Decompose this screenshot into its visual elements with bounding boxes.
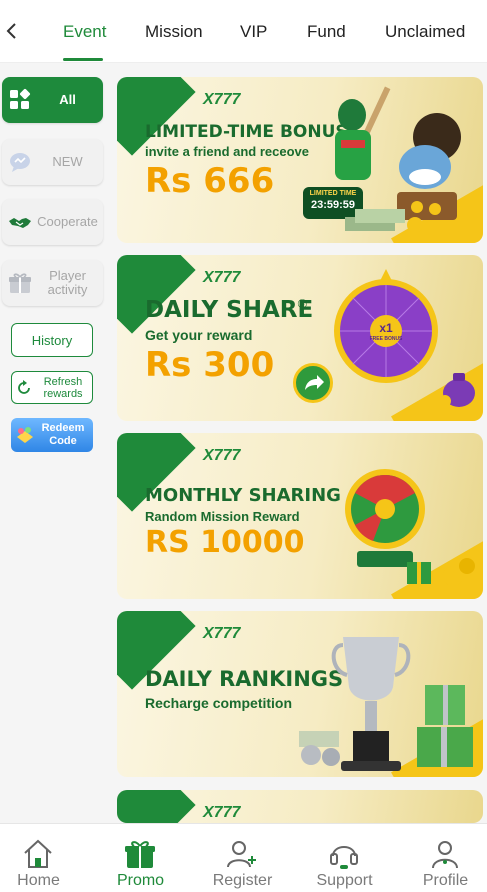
category-label: Cooperate	[37, 214, 98, 229]
tab-fund[interactable]: Fund	[307, 22, 346, 42]
promo-banner-monthly-sharing[interactable]: X777 MONTHLY SHARING Random Mission Rewa…	[117, 433, 483, 599]
banner-amount: Rs 666	[145, 161, 275, 201]
refresh-icon	[16, 380, 32, 396]
nav-label: Home	[17, 872, 60, 889]
category-new[interactable]: NEW	[2, 139, 103, 185]
chat-bubble-icon	[8, 150, 32, 174]
redeem-gift-icon	[15, 425, 35, 445]
coins-and-gifts-illustration	[407, 548, 477, 588]
redeem-code-button[interactable]: Redeem Code	[11, 418, 93, 452]
cash-stack-illustration	[345, 205, 425, 235]
active-tab-indicator	[63, 58, 103, 61]
headset-icon	[328, 838, 360, 870]
share-arrow-icon	[293, 363, 333, 403]
promo-banner-partial[interactable]: X777	[117, 790, 483, 823]
redeem-code-label: Redeem Code	[41, 422, 85, 447]
banner-title: MONTHLY SHARING	[145, 485, 341, 506]
category-all[interactable]: All	[2, 77, 103, 123]
tab-mission[interactable]: Mission	[145, 22, 203, 42]
tab-vip[interactable]: VIP	[240, 22, 267, 42]
gift-box-icon	[8, 271, 32, 295]
category-label: Player activity	[47, 268, 88, 297]
promo-banner-limited-bonus[interactable]: X777 LIMITED-TIME BONUS invite a friend …	[117, 77, 483, 243]
banner-amount: RS 10000	[145, 525, 305, 560]
x777-logo: X777	[203, 91, 241, 108]
nav-home[interactable]: Home	[0, 824, 87, 892]
top-tab-bar: Event Mission VIP Fund Unclaimed	[0, 0, 487, 63]
add-user-icon	[226, 838, 258, 870]
home-icon	[22, 838, 54, 870]
banner-subtitle: Recharge competition	[145, 695, 293, 711]
banner-subtitle: Get your reward	[145, 327, 253, 343]
nav-profile[interactable]: Profile	[397, 824, 487, 892]
bottom-navigation: Home Promo Register Support Profile	[0, 823, 487, 891]
gift-icon	[124, 838, 156, 870]
banner-title: DAILY RANKINGS	[145, 667, 344, 691]
green-gift-boxes-illustration	[417, 671, 479, 767]
x777-logo: X777	[203, 804, 241, 821]
x777-logo: X777	[203, 625, 241, 642]
grid-icon	[8, 88, 32, 112]
promo-banner-daily-share[interactable]: X777 DAILY SHARE ④ Get your reward Rs 30…	[117, 255, 483, 421]
handshake-icon	[8, 210, 32, 234]
nav-promo[interactable]: Promo	[92, 824, 189, 892]
x777-logo: X777	[203, 447, 241, 464]
banner-marker: ④	[297, 297, 308, 311]
banner-subtitle: invite a friend and receove	[145, 144, 310, 159]
nav-label: Profile	[422, 872, 469, 889]
x777-logo: X777	[203, 269, 241, 286]
badge-title: LIMITED TIME	[309, 190, 357, 197]
wheel-multiplier: x1	[379, 321, 393, 335]
cricket-player-illustration	[317, 85, 397, 185]
category-cooperate[interactable]: Cooperate	[2, 199, 103, 245]
banner-subtitle: Random Mission Reward	[145, 509, 300, 524]
tab-event[interactable]: Event	[63, 22, 106, 42]
refresh-rewards-label: Refresh rewards	[43, 375, 83, 400]
banner-amount: Rs 300	[145, 345, 275, 385]
wheel-free-bonus: FREE BONUS	[369, 336, 403, 342]
refresh-rewards-button[interactable]: Refresh rewards	[11, 371, 93, 404]
category-label: All	[59, 92, 76, 107]
category-player-activity[interactable]: Player activity	[2, 260, 103, 306]
nav-support[interactable]: Support	[296, 824, 393, 892]
nav-label: Support	[316, 872, 373, 889]
history-button[interactable]: History	[11, 323, 93, 357]
tab-unclaimed[interactable]: Unclaimed	[385, 22, 465, 42]
prize-wheel-illustration: x1 FREE BONUS	[333, 269, 439, 389]
nav-label: Register	[212, 872, 273, 889]
banner-title: DAILY SHARE	[145, 297, 314, 323]
nav-label: Promo	[116, 872, 165, 889]
category-label: NEW	[52, 154, 83, 169]
profile-icon	[429, 838, 461, 870]
promo-banner-daily-rankings[interactable]: X777 DAILY RANKINGS Recharge competition	[117, 611, 483, 777]
money-bag-icon	[437, 365, 477, 409]
nav-register[interactable]: Register	[194, 824, 291, 892]
silver-coins-illustration	[297, 721, 357, 767]
back-chevron-icon[interactable]	[4, 20, 20, 42]
